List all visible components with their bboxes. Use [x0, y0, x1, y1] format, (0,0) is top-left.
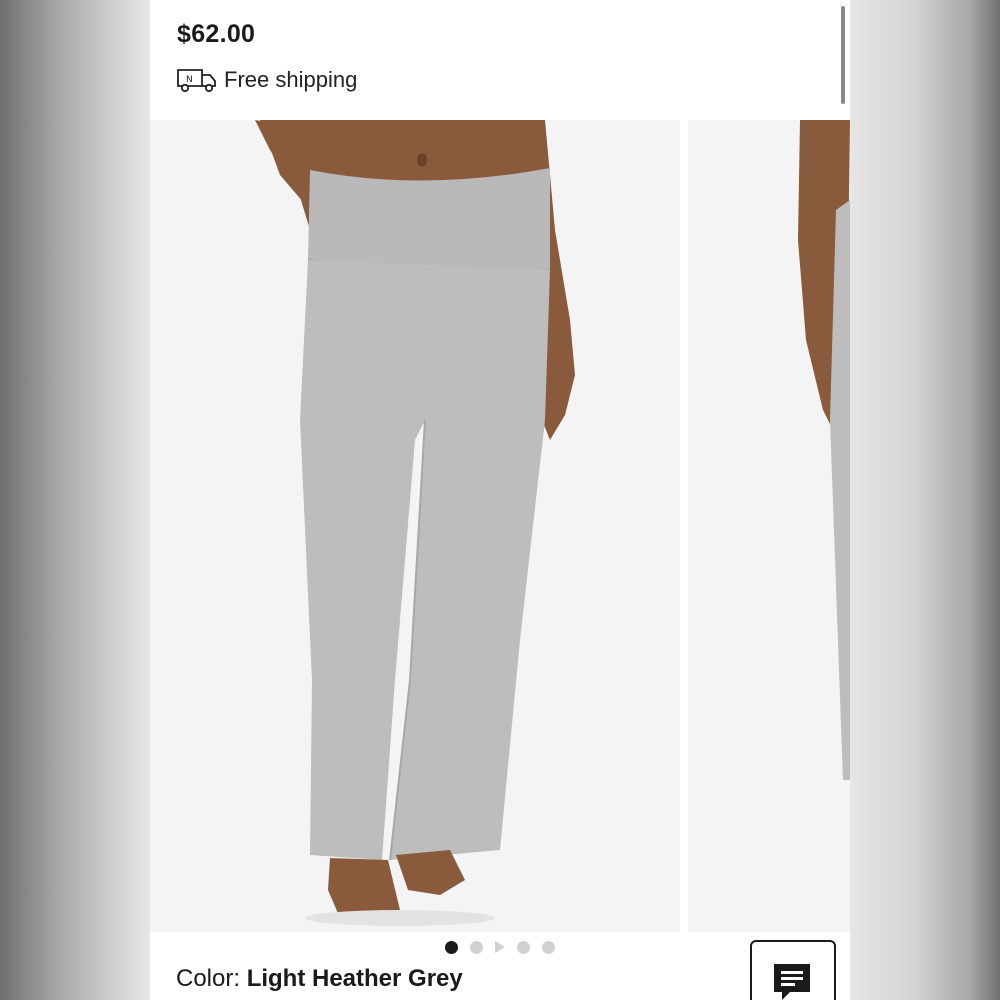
- color-prefix: Color:: [176, 965, 247, 992]
- svg-text:N: N: [186, 75, 193, 85]
- product-image-front[interactable]: [150, 120, 680, 932]
- pants-front-illustration: [255, 120, 575, 926]
- product-page: $62.00 N Free shipping Color: Light Heat…: [150, 0, 850, 1000]
- chat-icon: [774, 964, 810, 1000]
- shipping-info: N Free shipping: [176, 66, 357, 94]
- pants-side-illustration: [798, 120, 850, 780]
- carousel-indicators[interactable]: [150, 940, 850, 954]
- product-image-side[interactable]: [688, 120, 850, 932]
- video-play-icon[interactable]: [495, 941, 505, 953]
- chat-button[interactable]: [750, 940, 836, 1000]
- carousel-dot-1[interactable]: [445, 940, 458, 954]
- color-value: Light Heather Grey: [246, 965, 463, 992]
- image-carousel[interactable]: [150, 120, 850, 932]
- color-selection-label: Color: Light Heather Grey: [176, 965, 463, 993]
- scrollbar[interactable]: [841, 6, 845, 104]
- background-right: [850, 0, 1000, 1000]
- shipping-label: Free shipping: [224, 67, 358, 92]
- carousel-dot-5[interactable]: [542, 940, 555, 954]
- delivery-truck-icon: N: [177, 69, 216, 93]
- carousel-dot-4[interactable]: [517, 940, 530, 954]
- carousel-dot-2[interactable]: [470, 940, 483, 954]
- price: $62.00: [177, 20, 256, 48]
